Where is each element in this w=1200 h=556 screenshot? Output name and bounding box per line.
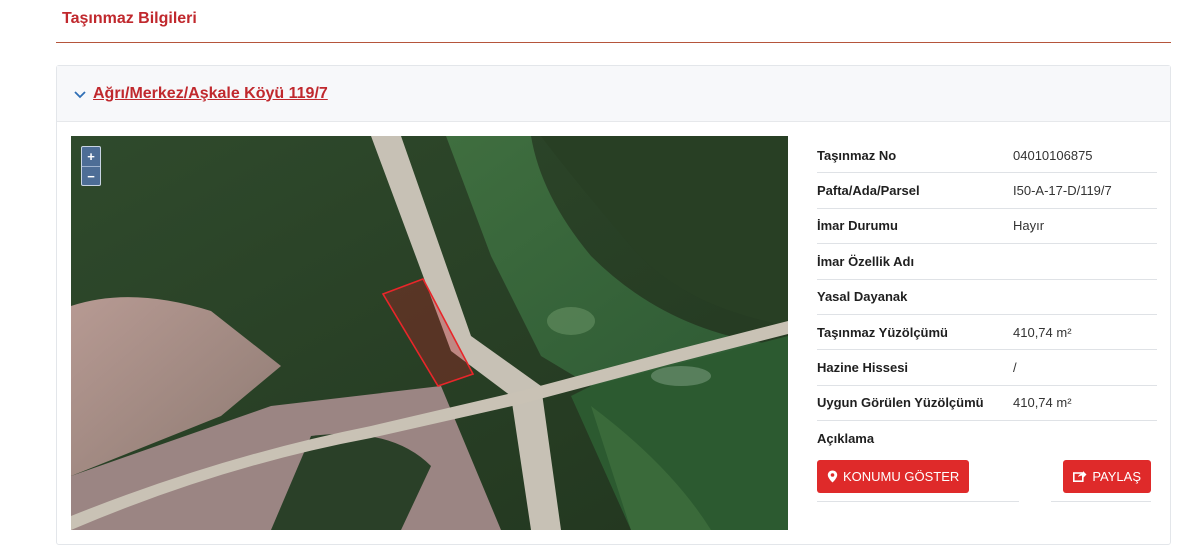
info-label: Taşınmaz No (817, 147, 897, 163)
info-label: Pafta/Ada/Parsel (817, 183, 920, 199)
info-row-description: Açıklama (817, 421, 1157, 456)
chevron-down-icon[interactable] (73, 87, 87, 101)
map-zoom-control: + − (81, 146, 101, 186)
info-value: / (1013, 360, 1017, 376)
info-label: Uygun Görülen Yüzölçümü (817, 395, 984, 411)
info-row-area: Taşınmaz Yüzölçümü 410,74 m² (817, 315, 1157, 351)
info-label: Taşınmaz Yüzölçümü (817, 324, 948, 340)
info-row-zoning-name: İmar Özellik Adı (817, 244, 1157, 280)
satellite-map[interactable]: + − (71, 136, 788, 530)
info-row-parcel: Pafta/Ada/Parsel I50-A-17-D/119/7 (817, 173, 1157, 209)
info-row-treasury-share: Hazine Hissesi / (817, 350, 1157, 386)
action-cell: KONUMU GÖSTER (817, 459, 1019, 502)
share-button[interactable]: PAYLAŞ (1063, 459, 1151, 493)
info-label: Hazine Hissesi (817, 360, 909, 376)
info-row-legal-basis: Yasal Dayanak (817, 280, 1157, 315)
info-value: I50-A-17-D/119/7 (1013, 183, 1112, 199)
info-label: Açıklama (817, 431, 875, 447)
map-marker-icon (827, 470, 838, 483)
info-row-property-no: Taşınmaz No 04010106875 (817, 138, 1157, 174)
info-label: Yasal Dayanak (817, 289, 908, 305)
show-location-label: KONUMU GÖSTER (843, 468, 960, 484)
info-value: 410,74 m² (1013, 395, 1072, 411)
info-value: 410,74 m² (1013, 324, 1072, 340)
share-icon (1073, 471, 1087, 483)
section-title: Taşınmaz Bilgileri (62, 10, 197, 27)
property-card: Ağrı/Merkez/Aşkale Köyü 119/7 + − Taşınm… (56, 65, 1171, 545)
property-info-table: Taşınmaz No 04010106875 Pafta/Ada/Parsel… (817, 138, 1157, 505)
info-row-approved-area: Uygun Görülen Yüzölçümü 410,74 m² (817, 386, 1157, 422)
property-location-link[interactable]: Ağrı/Merkez/Aşkale Köyü 119/7 (93, 85, 328, 103)
section-divider (56, 42, 1171, 43)
action-cell: PAYLAŞ (1051, 459, 1151, 502)
zoom-in-button[interactable]: + (82, 147, 100, 166)
zoom-out-button[interactable]: − (82, 166, 100, 185)
info-label: İmar Durumu (817, 218, 898, 234)
info-value: Hayır (1013, 218, 1045, 234)
map-imagery (71, 136, 788, 530)
info-row-zoning: İmar Durumu Hayır (817, 209, 1157, 245)
show-location-button[interactable]: KONUMU GÖSTER (817, 459, 970, 493)
info-label: İmar Özellik Adı (817, 253, 915, 269)
info-value: 04010106875 (1013, 147, 1093, 163)
share-label: PAYLAŞ (1092, 468, 1141, 484)
card-header[interactable]: Ağrı/Merkez/Aşkale Köyü 119/7 (57, 66, 1170, 122)
action-bar: KONUMU GÖSTER PAYLAŞ (817, 457, 1157, 505)
